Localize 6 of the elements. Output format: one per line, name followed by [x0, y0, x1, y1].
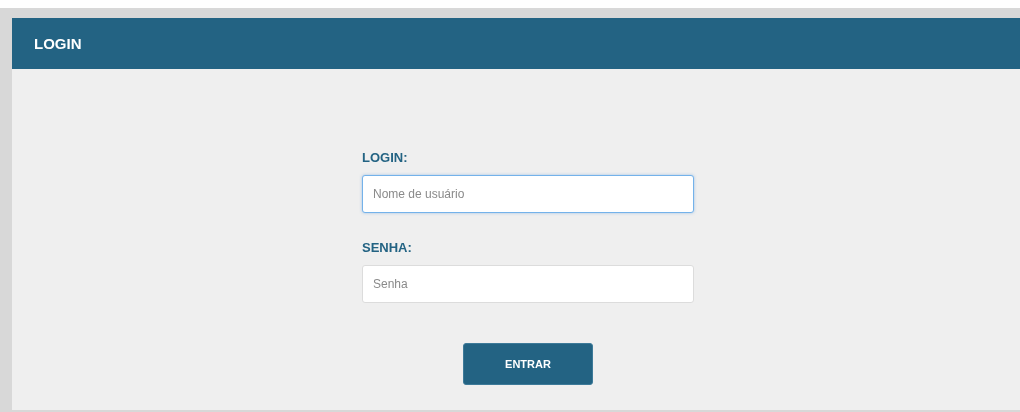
- input-field[interactable]: Senha: [362, 265, 694, 303]
- field-label: SENHA:: [362, 240, 413, 255]
- input-field[interactable]: Nome de usuário: [362, 175, 694, 213]
- field-label: LOGIN:: [362, 150, 409, 165]
- page-title: LOGIN: [34, 35, 82, 52]
- login-button[interactable]: ENTRAR: [463, 343, 593, 385]
